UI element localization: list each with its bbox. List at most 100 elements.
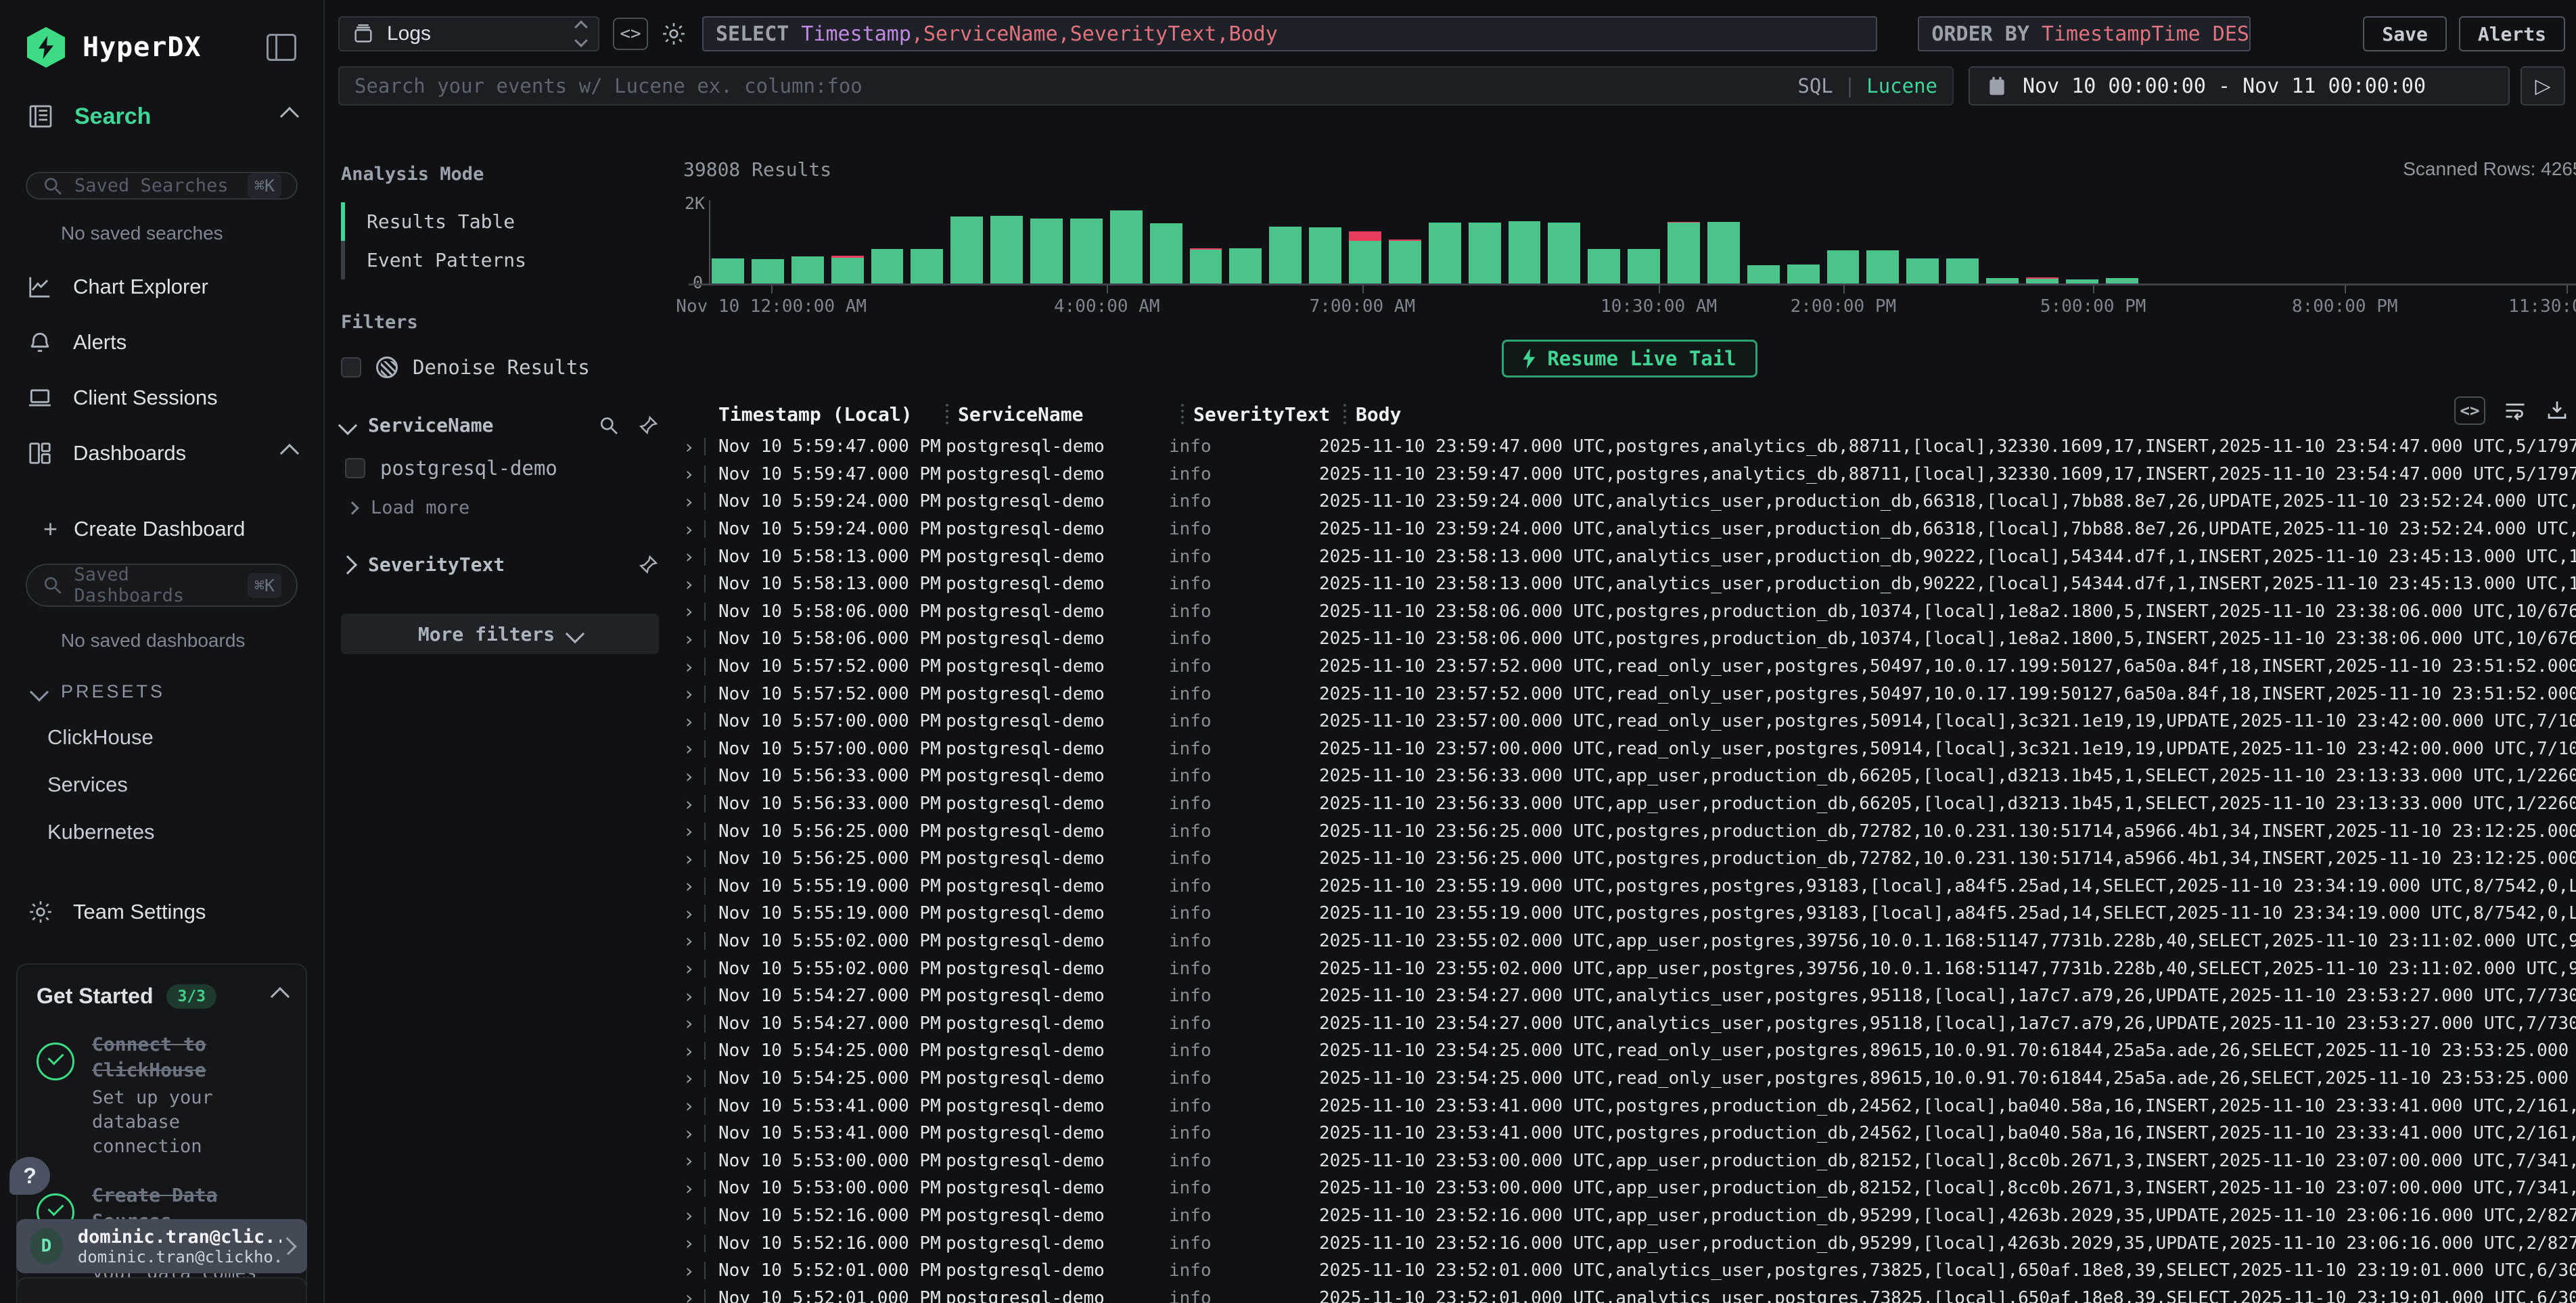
mode-lucene-toggle[interactable]: Lucene [1866, 74, 1937, 97]
expand-row-icon[interactable]: › [683, 573, 718, 595]
chevron-up-icon[interactable] [271, 986, 290, 1005]
expand-row-icon[interactable]: › [683, 985, 718, 1007]
expand-row-icon[interactable]: › [683, 902, 718, 925]
histogram-bar[interactable] [1747, 265, 1780, 284]
sidebar-item-dashboards[interactable]: Dashboards [0, 440, 323, 466]
expand-row-icon[interactable]: › [683, 737, 718, 760]
query-settings-button[interactable] [660, 20, 687, 47]
histogram-bar[interactable] [1787, 265, 1820, 285]
expand-row-icon[interactable]: › [683, 1040, 718, 1062]
event-search-input[interactable]: Search your events w/ Lucene ex. column:… [338, 66, 1954, 106]
table-row[interactable]: › Nov 10 5:52:01.000 PM postgresql-demo … [683, 1257, 2576, 1285]
histogram-bar[interactable] [950, 216, 983, 284]
denoise-results-checkbox-row[interactable]: Denoise Results [341, 356, 659, 379]
expand-row-icon[interactable]: › [683, 436, 718, 458]
histogram-bar[interactable] [791, 256, 824, 284]
expand-row-icon[interactable]: › [683, 1012, 718, 1034]
expand-row-icon[interactable]: › [683, 1232, 718, 1254]
table-row[interactable]: › Nov 10 5:54:27.000 PM postgresql-demo … [683, 982, 2576, 1010]
table-row[interactable]: › Nov 10 5:56:33.000 PM postgresql-demo … [683, 790, 2576, 818]
table-row[interactable]: › Nov 10 5:59:47.000 PM postgresql-demo … [683, 433, 2576, 461]
sidebar-item-search[interactable]: Search [0, 103, 323, 130]
table-row[interactable]: › Nov 10 5:57:00.000 PM postgresql-demo … [683, 708, 2576, 735]
histogram-bar[interactable] [831, 256, 864, 284]
table-row[interactable]: › Nov 10 5:52:01.000 PM postgresql-demo … [683, 1284, 2576, 1303]
events-histogram[interactable]: 2K 0 [689, 198, 2576, 284]
table-row[interactable]: › Nov 10 5:53:00.000 PM postgresql-demo … [683, 1174, 2576, 1202]
histogram-bar[interactable] [1269, 227, 1302, 284]
expand-row-icon[interactable]: › [683, 656, 718, 678]
table-row[interactable]: › Nov 10 5:56:25.000 PM postgresql-demo … [683, 817, 2576, 845]
histogram-bar[interactable] [871, 249, 904, 284]
col-body[interactable]: Body [1356, 403, 2576, 426]
expand-row-icon[interactable]: › [683, 820, 718, 842]
table-row[interactable]: › Nov 10 5:52:16.000 PM postgresql-demo … [683, 1229, 2576, 1257]
alerts-button[interactable]: Alerts [2459, 16, 2565, 51]
histogram-bar[interactable] [1229, 248, 1262, 284]
expand-row-icon[interactable]: › [683, 518, 718, 541]
histogram-bar[interactable] [1509, 221, 1541, 284]
table-row[interactable]: › Nov 10 5:54:25.000 PM postgresql-demo … [683, 1037, 2576, 1065]
table-row[interactable]: › Nov 10 5:56:33.000 PM postgresql-demo … [683, 762, 2576, 790]
table-row[interactable]: › Nov 10 5:57:00.000 PM postgresql-demo … [683, 735, 2576, 763]
histogram-bar[interactable] [1389, 239, 1421, 284]
search-icon[interactable] [598, 415, 620, 436]
saved-dashboards-input[interactable]: Saved Dashboards ⌘K [26, 564, 298, 607]
col-servicename[interactable]: ServiceName [958, 403, 1181, 426]
sidebar-item-client-sessions[interactable]: Client Sessions [0, 385, 323, 411]
expand-row-icon[interactable]: › [683, 1067, 718, 1089]
histogram-bar[interactable] [1628, 249, 1660, 284]
histogram-bar[interactable] [1349, 231, 1381, 284]
expand-row-icon[interactable]: › [683, 957, 718, 980]
date-range-picker[interactable]: Nov 10 00:00:00 - Nov 11 00:00:00 [1969, 66, 2510, 106]
raw-mode-button[interactable]: <> [2454, 396, 2485, 425]
histogram-bar[interactable] [1469, 223, 1501, 284]
user-menu[interactable]: D dominic.tran@clic... dominic.tran@clic… [16, 1219, 307, 1273]
table-row[interactable]: › Nov 10 5:54:27.000 PM postgresql-demo … [683, 1009, 2576, 1037]
help-button[interactable]: ? [9, 1157, 50, 1195]
histogram-bar[interactable] [1668, 222, 1700, 284]
table-row[interactable]: › Nov 10 5:55:02.000 PM postgresql-demo … [683, 955, 2576, 982]
table-row[interactable]: › Nov 10 5:53:00.000 PM postgresql-demo … [683, 1147, 2576, 1174]
histogram-bar[interactable] [911, 249, 943, 284]
saved-searches-input[interactable]: Saved Searches ⌘K [26, 172, 298, 200]
histogram-bar[interactable] [1588, 249, 1620, 284]
expand-row-icon[interactable]: › [683, 848, 718, 870]
mode-results-table[interactable]: Results Table [341, 202, 659, 241]
histogram-bar[interactable] [1866, 250, 1899, 284]
filter-group-servicename[interactable]: ServiceName [341, 414, 659, 436]
table-row[interactable]: › Nov 10 5:59:47.000 PM postgresql-demo … [683, 461, 2576, 488]
expand-row-icon[interactable]: › [683, 1260, 718, 1282]
checkbox[interactable] [341, 357, 361, 378]
histogram-bar[interactable] [990, 216, 1023, 284]
filter-group-severitytext[interactable]: SeverityText [341, 553, 659, 576]
table-row[interactable]: › Nov 10 5:55:19.000 PM postgresql-demo … [683, 873, 2576, 900]
expand-row-icon[interactable]: › [683, 600, 718, 622]
expand-row-icon[interactable]: › [683, 463, 718, 485]
histogram-bar[interactable] [1110, 210, 1143, 284]
column-resize-handle[interactable] [1343, 404, 1346, 424]
histogram-bar[interactable] [752, 259, 784, 284]
expand-row-icon[interactable]: › [683, 1177, 718, 1199]
source-select[interactable]: Logs [338, 16, 599, 51]
expand-row-icon[interactable]: › [683, 683, 718, 705]
expand-row-icon[interactable]: › [683, 1287, 718, 1303]
table-row[interactable]: › Nov 10 5:54:25.000 PM postgresql-demo … [683, 1065, 2576, 1093]
histogram-bar[interactable] [1150, 223, 1182, 284]
histogram-bar[interactable] [1030, 219, 1063, 284]
preset-clickhouse[interactable]: ClickHouse [0, 725, 323, 750]
table-row[interactable]: › Nov 10 5:56:25.000 PM postgresql-demo … [683, 845, 2576, 873]
table-row[interactable]: › Nov 10 5:57:52.000 PM postgresql-demo … [683, 680, 2576, 708]
histogram-bar[interactable] [1070, 219, 1103, 284]
mode-sql-toggle[interactable]: SQL [1797, 74, 1833, 97]
histogram-bar[interactable] [1827, 250, 1860, 284]
sidebar-item-chart-explorer[interactable]: Chart Explorer [0, 274, 323, 300]
col-timestamp[interactable]: Timestamp (Local) [718, 403, 946, 426]
table-row[interactable]: › Nov 10 5:58:13.000 PM postgresql-demo … [683, 543, 2576, 570]
table-row[interactable]: › Nov 10 5:59:24.000 PM postgresql-demo … [683, 516, 2576, 543]
expand-row-icon[interactable]: › [683, 930, 718, 952]
download-icon[interactable] [2545, 398, 2569, 423]
histogram-bar[interactable] [1906, 258, 1939, 284]
expand-row-icon[interactable]: › [683, 710, 718, 733]
wrap-lines-icon[interactable] [2503, 398, 2527, 423]
